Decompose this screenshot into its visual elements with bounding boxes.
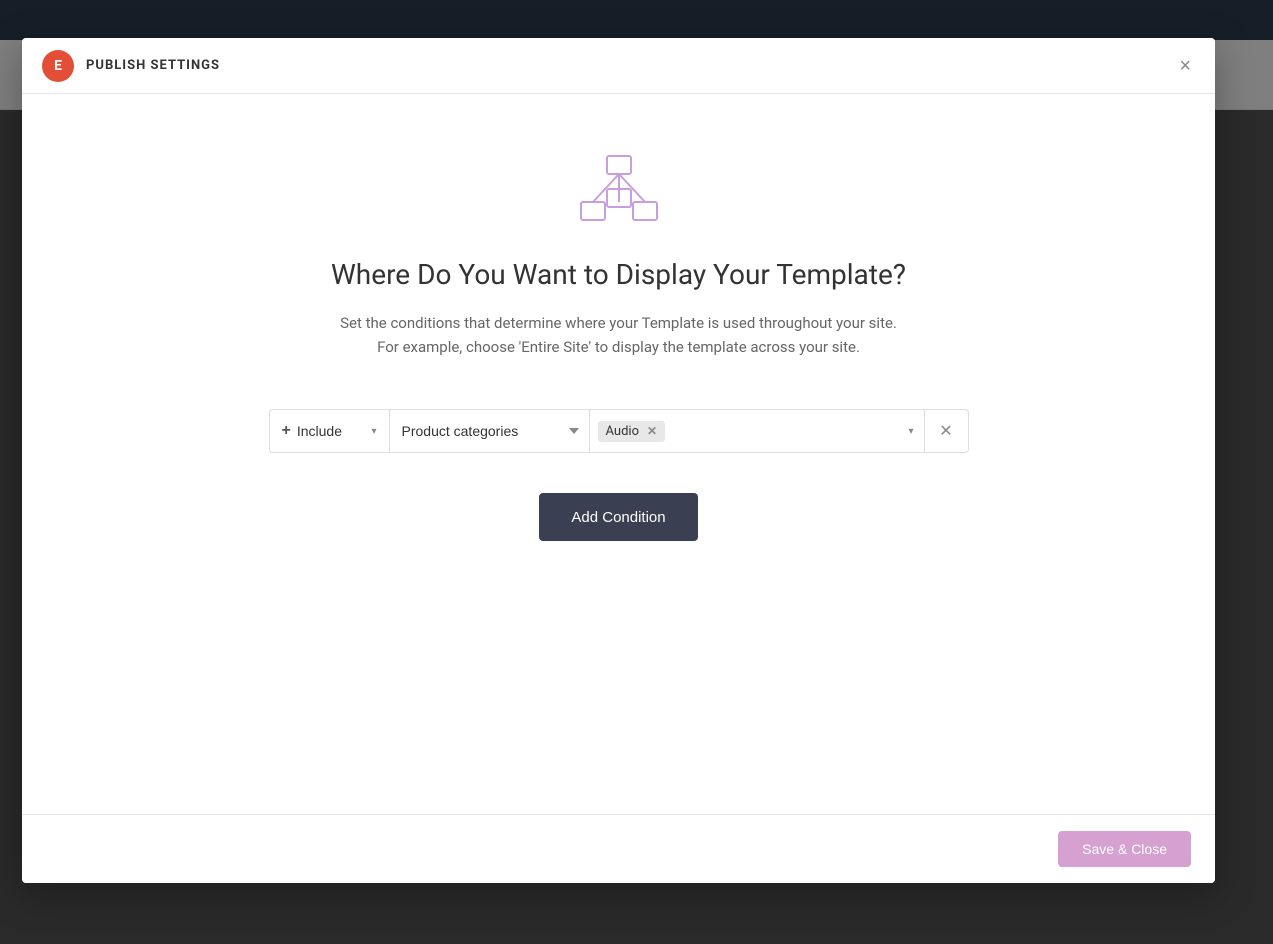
plus-icon: +	[282, 422, 291, 440]
include-chevron-icon: ▾	[371, 426, 376, 437]
modal-footer: Save & Close	[22, 814, 1215, 883]
publish-settings-modal: E PUBLISH SETTINGS ×	[22, 38, 1215, 883]
modal-title: PUBLISH SETTINGS	[86, 58, 220, 73]
network-icon	[579, 154, 659, 228]
condition-value-tag: Audio ✕	[598, 421, 666, 442]
condition-value-container[interactable]: Audio ✕ ▾	[589, 409, 925, 453]
modal-header: E PUBLISH SETTINGS ×	[22, 38, 1215, 94]
tag-remove-button[interactable]: ✕	[647, 424, 657, 438]
add-condition-button[interactable]: Add Condition	[539, 493, 697, 541]
condition-delete-button[interactable]: ✕	[925, 409, 969, 453]
modal-main-title: Where Do You Want to Display Your Templa…	[331, 258, 906, 291]
modal-body: Where Do You Want to Display Your Templa…	[22, 94, 1215, 814]
include-label: Include	[297, 423, 342, 439]
condition-type-select[interactable]: Entire Site Product categories Products …	[389, 409, 589, 453]
condition-include-button[interactable]: + Include ▾	[269, 409, 389, 453]
condition-row: + Include ▾ Entire Site Product categori…	[269, 409, 969, 453]
value-tag-label: Audio	[606, 424, 639, 439]
save-close-button[interactable]: Save & Close	[1058, 831, 1191, 867]
value-chevron-icon: ▾	[908, 426, 913, 437]
delete-icon: ✕	[939, 421, 952, 441]
elementor-icon: E	[42, 50, 74, 82]
modal-description: Set the conditions that determine where …	[340, 311, 897, 359]
modal-close-button[interactable]: ×	[1175, 52, 1195, 80]
modal-header-left: E PUBLISH SETTINGS	[42, 50, 220, 82]
